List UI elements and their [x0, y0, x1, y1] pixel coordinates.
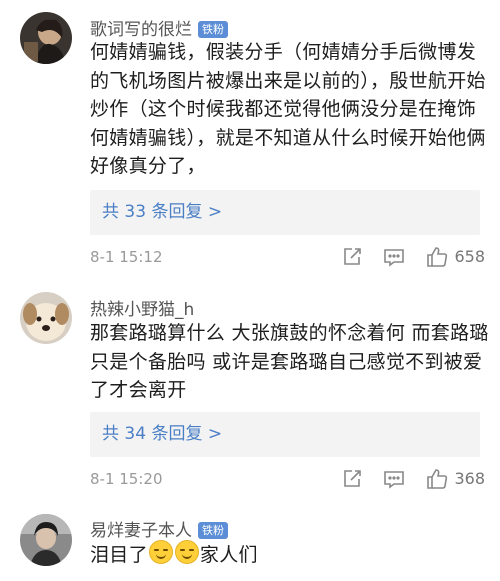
comment-text-part: 家人们	[199, 544, 258, 566]
comment-item: 易烊妻子本人 铁粉 泪目了 家人们	[0, 500, 500, 581]
fan-badge: 铁粉	[198, 522, 228, 539]
username[interactable]: 易烊妻子本人 铁粉	[90, 516, 228, 541]
view-replies-button[interactable]: 共 34 条回复 >	[90, 412, 480, 457]
comment-text-part: 泪目了	[90, 544, 148, 566]
username[interactable]: 热辣小野猫_h	[90, 295, 194, 320]
comment-actions: 8-1 15:20 368	[90, 467, 485, 491]
like-icon[interactable]	[425, 467, 449, 491]
avatar[interactable]	[20, 12, 72, 64]
fan-badge: 铁粉	[198, 21, 228, 38]
username-text[interactable]: 歌词写的很烂	[90, 20, 192, 40]
comment-item: 热辣小野猫_h 那套路璐算什么 大张旗鼓的怀念着何 而套路璐只是个备胎吗 或许是…	[0, 270, 500, 500]
comment-actions: 8-1 15:12 658	[90, 245, 485, 269]
smiling-face-emoji-icon	[148, 540, 173, 564]
avatar[interactable]	[20, 292, 72, 344]
like-icon[interactable]	[425, 245, 449, 269]
comment-item: 歌词写的很烂 铁粉 何婧婧骗钱，假装分手（何婧婧分手后微博发的飞机场图片被爆出来是…	[0, 0, 500, 270]
username[interactable]: 歌词写的很烂 铁粉	[90, 15, 228, 40]
timestamp: 8-1 15:20	[90, 470, 163, 488]
share-icon[interactable]	[340, 245, 364, 269]
username-text[interactable]: 热辣小野猫_h	[90, 300, 194, 320]
replies-label[interactable]: 共 34 条回复 >	[102, 412, 222, 457]
like-count: 658	[454, 247, 485, 266]
username-text[interactable]: 易烊妻子本人	[90, 521, 192, 541]
comment-icon[interactable]	[382, 245, 406, 269]
smiling-face-emoji-icon	[174, 540, 199, 564]
replies-label[interactable]: 共 33 条回复 >	[102, 190, 222, 235]
view-replies-button[interactable]: 共 33 条回复 >	[90, 190, 480, 235]
share-icon[interactable]	[340, 467, 364, 491]
like-count: 368	[454, 469, 485, 488]
comment-icon[interactable]	[382, 467, 406, 491]
avatar[interactable]	[20, 514, 72, 566]
timestamp: 8-1 15:12	[90, 248, 163, 266]
comment-text: 泪目了 家人们	[90, 540, 490, 570]
comment-text: 那套路璐算什么 大张旗鼓的怀念着何 而套路璐只是个备胎吗 或许是套路璐自己感觉不…	[90, 322, 489, 401]
comment-text: 何婧婧骗钱，假装分手（何婧婧分手后微博发的飞机场图片被爆出来是以前的），殷世航开…	[90, 41, 486, 177]
